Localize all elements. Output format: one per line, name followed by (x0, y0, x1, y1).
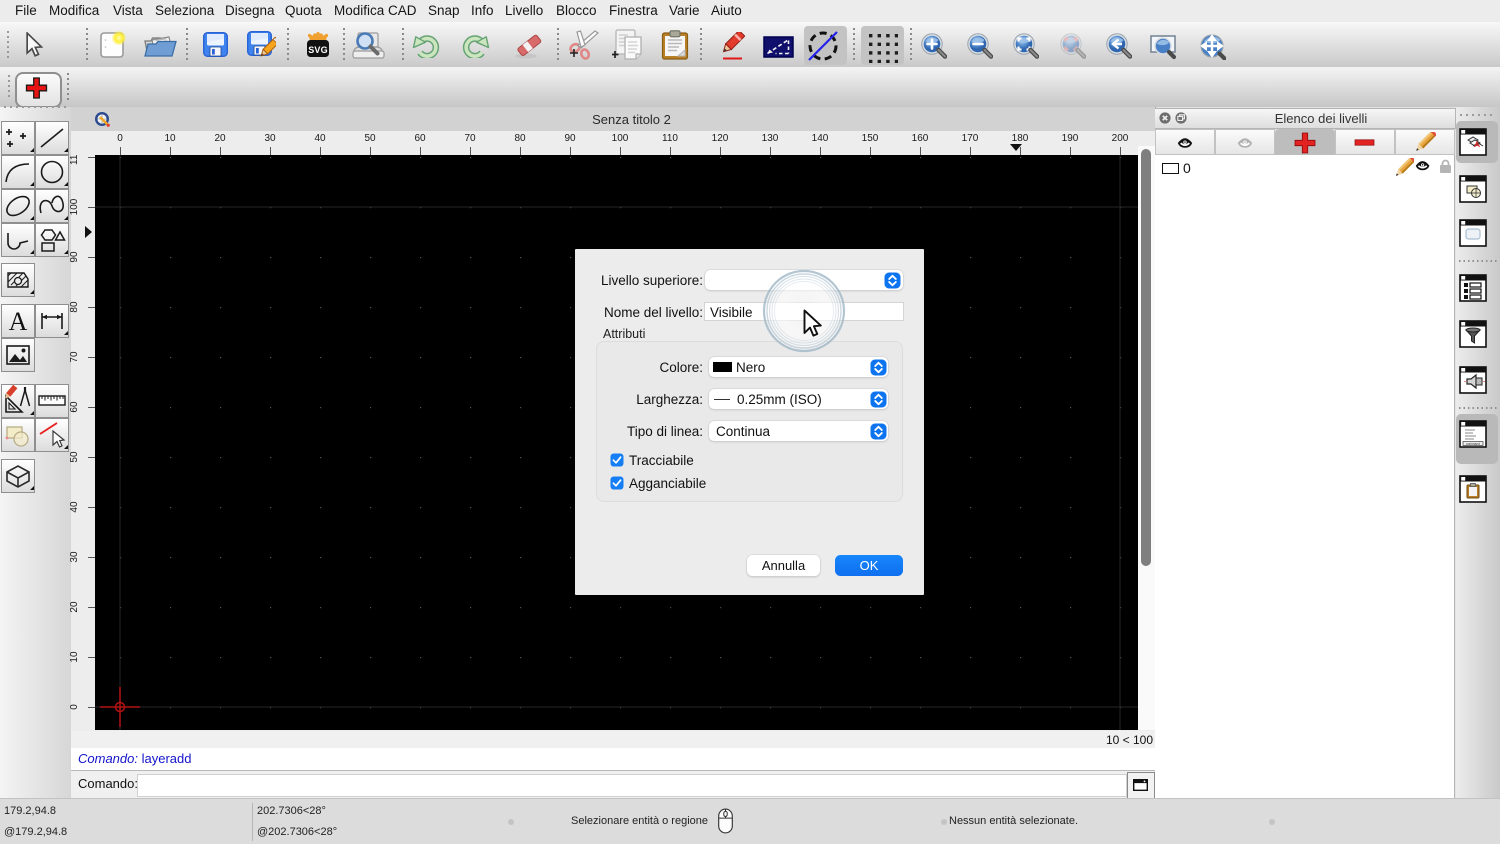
svg-text:command: command (1466, 442, 1480, 446)
svg-text:SVG: SVG (308, 45, 328, 55)
